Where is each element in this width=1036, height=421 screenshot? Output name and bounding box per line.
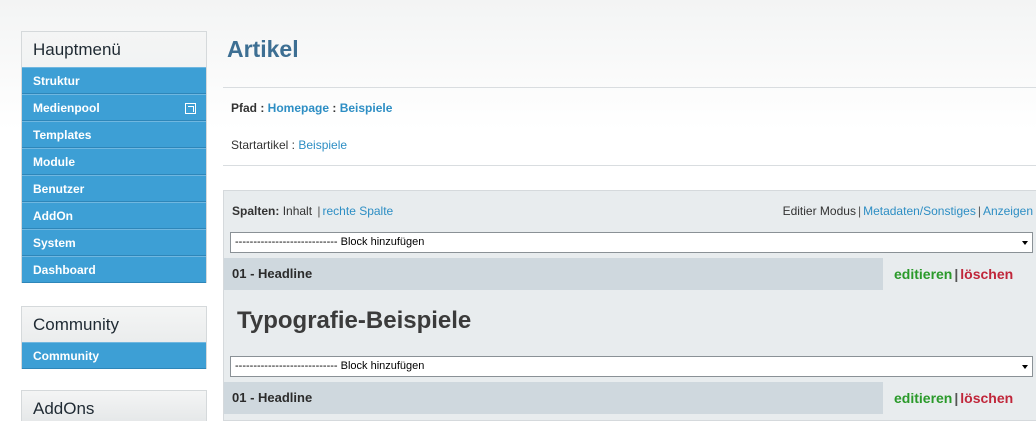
sidebar-item-struktur[interactable]: Struktur <box>22 67 206 94</box>
addons-title: AddOns <box>33 399 95 418</box>
metadata-link[interactable]: Metadaten/Sonstiges <box>863 204 976 218</box>
sidebar-item-label: Benutzer <box>33 182 85 196</box>
breadcrumb-separator: : <box>329 101 340 115</box>
slice-module-name: 01 - Headline <box>232 390 313 405</box>
add-block-select[interactable]: ---------------------------- Block hinzu… <box>230 232 1033 253</box>
sidebar-item-community[interactable]: Community <box>22 342 206 369</box>
start-article-link[interactable]: Beispiele <box>298 138 347 152</box>
start-article: Startartikel : Beispiele <box>231 138 347 152</box>
sidebar-item-label: Templates <box>33 128 92 142</box>
sidebar-item-dashboard[interactable]: Dashboard <box>22 256 206 283</box>
edit-mode-link[interactable]: Editier Modus <box>783 204 856 218</box>
main-menu-list: Struktur Medienpool Templates Module Ben… <box>22 67 206 283</box>
sidebar-item-label: Medienpool <box>33 101 100 115</box>
sidebar-item-label: Module <box>33 155 75 169</box>
mode-separator: | <box>857 204 862 218</box>
sidebar-item-module[interactable]: Module <box>22 148 206 175</box>
page-title: Artikel <box>227 36 299 62</box>
add-block-select-value: ---------------------------- Block hinzu… <box>235 236 425 248</box>
start-article-label: Startartikel : <box>231 138 299 152</box>
main-menu-title: Hauptmenü <box>33 40 121 59</box>
columns-bar: Spalten: Inhalt | rechte Spalte Editier M… <box>224 191 1036 232</box>
mode-links: Editier Modus | Metadaten/Sonstiges | Anzeig… <box>783 191 1033 232</box>
sidebar: Hauptmenü Struktur Medienpool Templates … <box>21 31 207 421</box>
edit-slice-button[interactable]: editieren <box>894 266 952 282</box>
slice-actions: editieren | löschen <box>883 382 1036 414</box>
column-rechte-spalte-link[interactable]: rechte Spalte <box>323 204 394 218</box>
column-inhalt-link[interactable]: Inhalt <box>283 204 312 218</box>
path-label: Pfad : <box>231 101 268 115</box>
community-menu-list: Community <box>22 342 206 369</box>
sidebar-item-label: Dashboard <box>33 263 96 277</box>
sidebar-item-benutzer[interactable]: Benutzer <box>22 175 206 202</box>
article-info: Pfad : Homepage : Beispiele Startartikel… <box>223 87 1036 166</box>
main-menu-panel: Hauptmenü Struktur Medienpool Templates … <box>21 31 207 283</box>
slice-header: 01 - Headline editieren | löschen <box>224 258 1036 290</box>
breadcrumb-beispiele-link[interactable]: Beispiele <box>340 101 393 115</box>
edit-slice-button[interactable]: editieren <box>894 390 952 406</box>
sidebar-item-label: Community <box>33 349 99 363</box>
popup-window-icon[interactable] <box>185 103 196 114</box>
add-block-select[interactable]: ---------------------------- Block hinzu… <box>230 356 1033 377</box>
sidebar-item-system[interactable]: System <box>22 229 206 256</box>
community-title: Community <box>33 315 119 334</box>
show-link[interactable]: Anzeigen <box>983 204 1033 218</box>
chevron-down-icon <box>1022 241 1028 245</box>
sidebar-item-label: Struktur <box>33 74 80 88</box>
slice-actions: editieren | löschen <box>883 258 1036 290</box>
breadcrumb-homepage-link[interactable]: Homepage <box>268 101 329 115</box>
slice-content: Typografie-Beispiele <box>224 290 1036 356</box>
addons-panel: AddOns <box>21 390 207 421</box>
mode-separator: | <box>977 204 981 218</box>
sidebar-item-label: System <box>33 236 76 250</box>
community-panel: Community Community <box>21 306 207 369</box>
delete-slice-button[interactable]: löschen <box>960 390 1013 406</box>
sidebar-item-label: AddOn <box>33 209 73 223</box>
content-editor: Spalten: Inhalt | rechte Spalte Editier M… <box>223 190 1036 421</box>
sidebar-item-templates[interactable]: Templates <box>22 121 206 148</box>
columns-label: Spalten: <box>232 204 280 218</box>
slice-header: 01 - Headline editieren | löschen <box>224 382 1036 414</box>
breadcrumb: Pfad : Homepage : Beispiele <box>231 101 392 115</box>
column-separator: | <box>317 204 321 218</box>
sidebar-item-addon[interactable]: AddOn <box>22 202 206 229</box>
add-block-select-value: ---------------------------- Block hinzu… <box>235 360 425 372</box>
delete-slice-button[interactable]: löschen <box>960 266 1013 282</box>
sidebar-item-medienpool[interactable]: Medienpool <box>22 94 206 121</box>
slice-headline: Typografie-Beispiele <box>237 307 472 334</box>
slice-module-name: 01 - Headline <box>232 266 313 281</box>
chevron-down-icon <box>1022 365 1028 369</box>
